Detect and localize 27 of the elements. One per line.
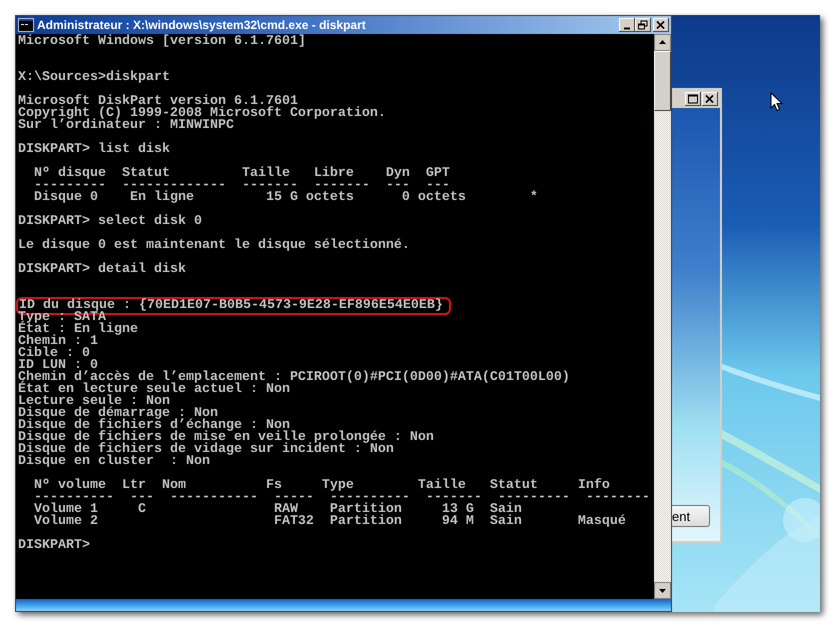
- console-line: Microsoft Windows [version 6.1.7601]: [18, 36, 307, 48]
- console-line: Nº volume Ltr Nom Fs Type Taille Statut Info: [32, 480, 611, 492]
- console-line: Nº disque Statut Taille Libre Dyn GPT: [32, 168, 451, 180]
- console-line: Volume 2 FAT32 Partition 94 M Sain Masqué: [32, 516, 627, 528]
- restore-button[interactable]: [635, 18, 651, 32]
- console-line: DISKPART>: [18, 540, 91, 552]
- window-title: Administrateur : X:\windows\system32\cmd.exe - diskpart: [37, 18, 367, 32]
- console-line: DISKPART> detail disk: [18, 264, 187, 276]
- console-line: Disque 0 En ligne 15 G octets 0 octets *: [32, 192, 539, 204]
- mouse-pointer-icon: [770, 92, 783, 112]
- console-line: X:\Sources>diskpart: [18, 72, 171, 84]
- close-button[interactable]: [653, 18, 669, 32]
- dialog-button[interactable]: ent: [672, 505, 710, 527]
- scroll-thumb[interactable]: [654, 51, 671, 111]
- console-line: Sur l’ordinateur : MINWINPC: [18, 120, 235, 132]
- scroll-up-button[interactable]: [654, 34, 671, 51]
- console-line: Cible : 0: [18, 348, 90, 360]
- minimize-button[interactable]: [619, 18, 635, 32]
- console-line: Le disque 0 est maintenant le disque sélectionné.: [18, 240, 411, 252]
- scroll-down-button[interactable]: [654, 582, 671, 599]
- maximize-button[interactable]: [685, 92, 701, 106]
- scrollbar[interactable]: [654, 34, 671, 599]
- console-line: Disque en cluster : Non: [18, 456, 210, 468]
- console-icon: [18, 18, 34, 32]
- console-line: DISKPART> list disk: [18, 144, 171, 156]
- close-button[interactable]: [702, 92, 718, 106]
- console-line: DISKPART> select disk 0: [18, 216, 203, 228]
